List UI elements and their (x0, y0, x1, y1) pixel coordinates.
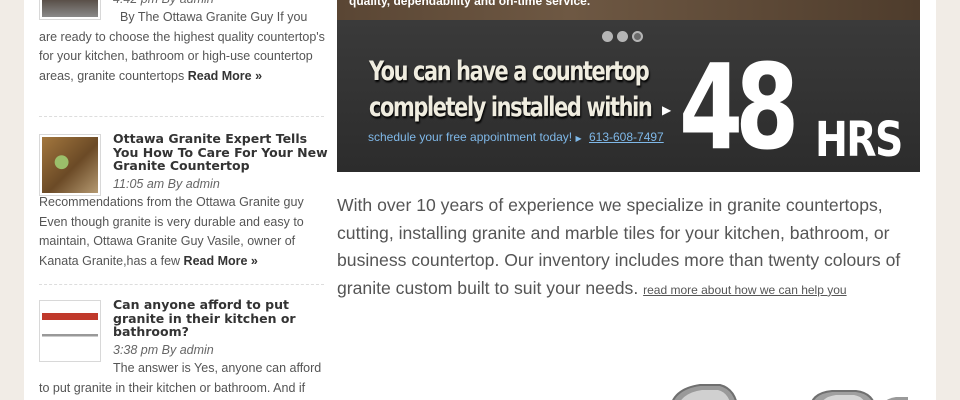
excerpt-text: The answer is Yes, anyone can afford to … (39, 361, 322, 395)
post-title-link[interactable]: Can anyone afford to put granite in thei… (113, 298, 328, 339)
divider (39, 284, 324, 285)
banner-headline-line1: You can have a countertop (369, 56, 650, 87)
cta-text: schedule your free appointment today! (368, 130, 573, 144)
cookware-image (672, 384, 908, 400)
banner-big-unit: HRS (815, 112, 903, 168)
slider-pagination (602, 29, 647, 47)
thumbnail-image (42, 303, 98, 359)
small-arrow-icon: ▶ (575, 134, 582, 143)
post-thumbnail[interactable] (39, 134, 101, 196)
post-meta: 3:38 pm By admin (113, 343, 214, 357)
banner-headline-line2: completely installed within (369, 92, 653, 123)
divider (39, 116, 324, 117)
page: 4:42 pm By admin By The Ottawa Granite G… (24, 0, 936, 400)
slider-dot-2[interactable] (617, 31, 628, 42)
post-excerpt: The answer is Yes, anyone can afford to … (39, 359, 327, 398)
slider-previous-slide: quality, dependability and on-time servi… (337, 0, 920, 20)
read-more-link[interactable]: Read More » (188, 69, 262, 83)
excerpt-text: By The Ottawa Granite Guy If you are rea… (39, 10, 325, 83)
slider-dot-1[interactable] (602, 31, 613, 42)
intro-paragraph: With over 10 years of experience we spec… (337, 192, 927, 304)
thumbnail-image (42, 137, 98, 193)
excerpt-text: Recommendations from the Ottawa Granite … (39, 195, 304, 268)
arrow-right-icon: ▶ (662, 103, 672, 117)
slide-caption: quality, dependability and on-time servi… (349, 0, 591, 8)
post-meta: 11:05 am By admin (113, 177, 220, 191)
post-excerpt: Recommendations from the Ottawa Granite … (39, 193, 327, 271)
post-excerpt: By The Ottawa Granite Guy If you are rea… (39, 8, 327, 86)
slider-dot-3[interactable] (632, 31, 643, 42)
promo-banner[interactable]: You can have a countertop completely ins… (337, 20, 920, 172)
read-more-about-link[interactable]: read more about how we can help you (643, 283, 846, 297)
post-title-link[interactable]: Ottawa Granite Expert Tells You How To C… (113, 132, 328, 173)
post-thumbnail[interactable] (39, 300, 101, 362)
banner-big-number: 48 (679, 38, 799, 176)
phone-link[interactable]: 613-608-7497 (589, 130, 664, 144)
banner-cta: schedule your free appointment today! ▶ … (368, 130, 664, 144)
read-more-link[interactable]: Read More » (184, 254, 258, 268)
